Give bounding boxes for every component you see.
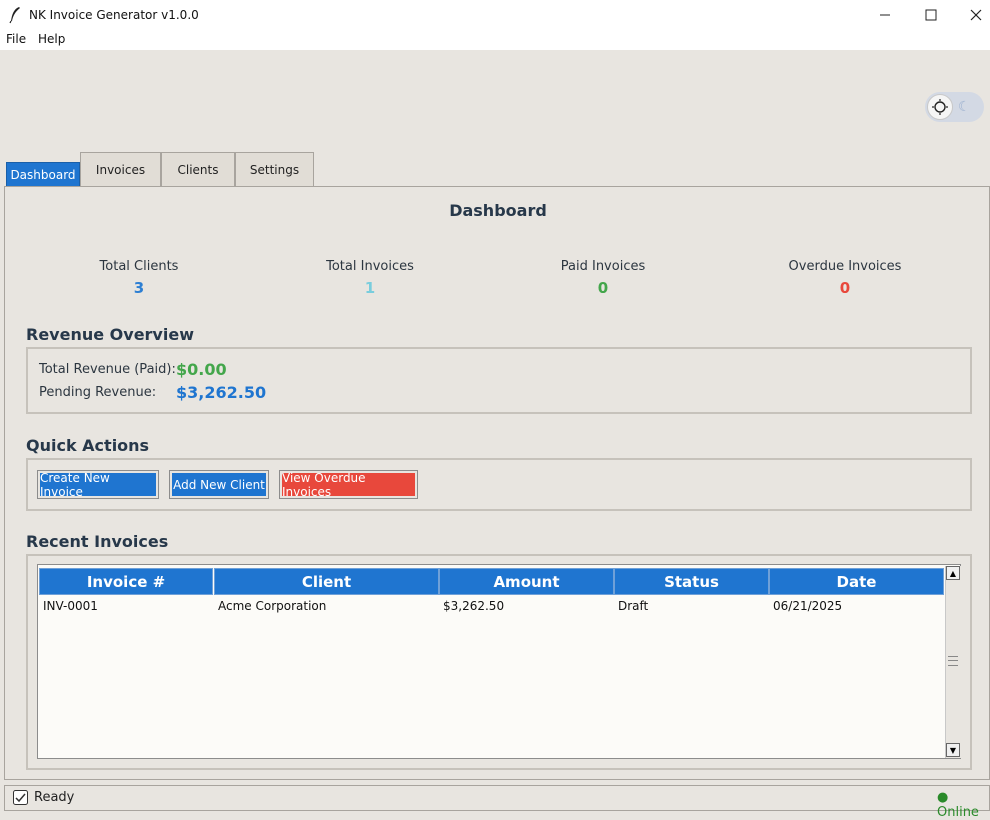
add-client-label: Add New Client (172, 473, 266, 496)
recent-invoices-title: Recent Invoices (26, 532, 169, 551)
status-text: Ready (34, 790, 75, 805)
cell-invoice-number: INV-0001 (43, 599, 98, 613)
tab-dashboard[interactable]: Dashboard (6, 162, 80, 187)
title-bar: NK Invoice Generator v1.0.0 (0, 0, 990, 30)
create-invoice-button[interactable]: Create New Invoice (37, 470, 159, 499)
stat-total-clients-label: Total Clients (99, 259, 179, 274)
menu-help[interactable]: Help (38, 32, 65, 46)
revenue-overview-box (26, 347, 972, 414)
quick-actions-box (26, 458, 972, 511)
close-icon (970, 9, 982, 21)
stat-paid-invoices-value: 0 (597, 279, 609, 297)
tab-clients[interactable]: Clients (161, 152, 235, 186)
minimize-icon (880, 14, 890, 16)
scroll-down-icon[interactable]: ▼ (946, 743, 960, 757)
menu-file[interactable]: File (6, 32, 26, 46)
revenue-overview-title: Revenue Overview (26, 325, 194, 344)
status-bar (4, 785, 990, 811)
window-title: NK Invoice Generator v1.0.0 (29, 8, 199, 22)
stat-paid-invoices-label: Paid Invoices (560, 259, 646, 274)
column-header-client[interactable]: Client (214, 568, 439, 595)
revenue-paid-label: Total Revenue (Paid): (39, 362, 176, 377)
column-header-invoice[interactable]: Invoice # (39, 568, 213, 595)
create-invoice-label: Create New Invoice (40, 471, 156, 499)
revenue-pending-value: $3,262.50 (176, 383, 267, 402)
cell-date: 06/21/2025 (773, 599, 843, 613)
cell-amount: $3,262.50 (443, 599, 505, 613)
cell-client: Acme Corporation (218, 599, 327, 613)
stat-overdue-invoices-value: 0 (839, 279, 851, 297)
checkbox-icon (13, 790, 28, 805)
quick-actions-title: Quick Actions (26, 436, 150, 455)
revenue-paid-value: $0.00 (176, 360, 227, 379)
column-header-amount[interactable]: Amount (439, 568, 614, 595)
maximize-icon (925, 9, 937, 21)
scroll-up-icon[interactable]: ▲ (946, 566, 960, 580)
tab-settings[interactable]: Settings (235, 152, 314, 186)
cell-status: Draft (618, 599, 649, 613)
add-client-button[interactable]: Add New Client (169, 470, 269, 499)
revenue-pending-label: Pending Revenue: (39, 385, 157, 400)
feather-icon (9, 7, 20, 24)
stat-total-clients-value: 3 (133, 279, 145, 297)
tab-invoices[interactable]: Invoices (80, 152, 161, 186)
column-header-date[interactable]: Date (769, 568, 944, 595)
stat-overdue-invoices-label: Overdue Invoices (788, 259, 902, 274)
minimize-button[interactable] (862, 0, 908, 30)
moon-icon: ☾ (958, 99, 971, 115)
sun-icon (927, 94, 953, 120)
close-button[interactable] (953, 0, 990, 30)
connection-status: ● Online (937, 790, 979, 820)
view-overdue-button[interactable]: View Overdue Invoices (279, 470, 418, 499)
stat-total-invoices-value: 1 (364, 279, 376, 297)
maximize-button[interactable] (908, 0, 954, 30)
scroll-grip-icon[interactable] (948, 656, 958, 666)
menu-bar: File Help (0, 30, 990, 50)
page-title: Dashboard (449, 201, 547, 220)
stat-total-invoices-label: Total Invoices (326, 259, 414, 274)
column-header-status[interactable]: Status (614, 568, 769, 595)
view-overdue-label: View Overdue Invoices (282, 471, 415, 499)
